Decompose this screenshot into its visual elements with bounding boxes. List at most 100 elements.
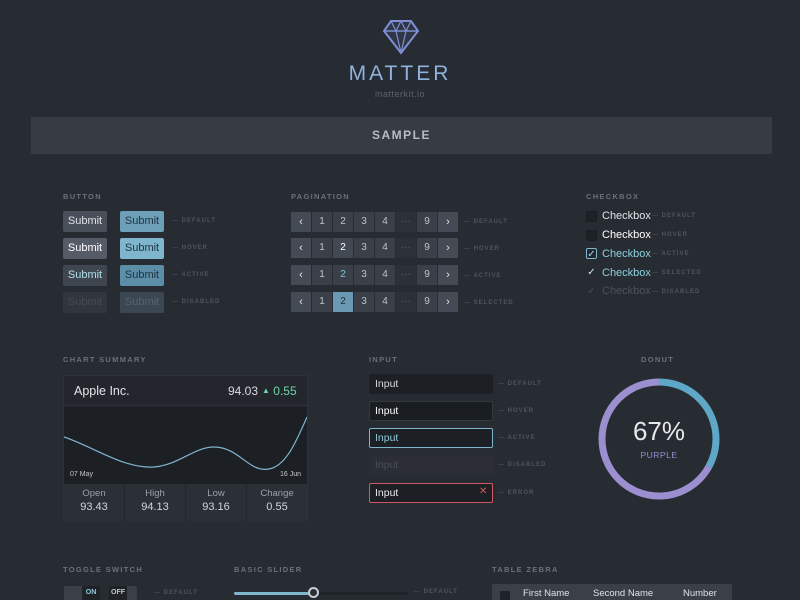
page-button[interactable]: 1 — [312, 238, 332, 258]
chart-header: Apple Inc. 94.03 ▲ 0.55 — [64, 376, 307, 406]
chart-end-date: 16 Jun — [280, 471, 302, 478]
submit-button-default[interactable]: Submit — [63, 211, 107, 232]
page-button[interactable]: 1 — [312, 212, 332, 232]
toggle-on-label: ON — [82, 586, 100, 600]
state-label: DISABLED — [172, 299, 220, 305]
chart-start-date: 07 May — [70, 471, 93, 478]
donut-percent: 67% — [632, 416, 686, 446]
table-section-title: TABLE ZEBRA — [492, 565, 559, 574]
checkbox-label[interactable]: Checkbox — [602, 248, 651, 260]
input-hover[interactable]: Input — [369, 401, 493, 421]
brand-url: matterkit.io — [374, 89, 425, 99]
stat-value: 0.55 — [266, 501, 288, 513]
submit-button-hover[interactable]: Submit — [63, 238, 107, 259]
checkbox-label: Checkbox — [602, 285, 651, 297]
checkbox-default[interactable] — [586, 211, 597, 222]
page-button[interactable]: 9 — [417, 265, 437, 285]
state-label: HOVER — [498, 408, 534, 414]
sparkline-line — [63, 416, 308, 470]
donut-section-title: DONUT — [641, 355, 675, 364]
stock-change-value: 0.55 — [273, 384, 297, 398]
stat-value: 93.16 — [202, 501, 230, 513]
checkbox-label[interactable]: Checkbox — [602, 210, 651, 222]
page-ellipsis: ··· — [396, 292, 416, 312]
state-label: DEFAULT — [464, 219, 508, 225]
stat-value: 93.43 — [80, 501, 108, 513]
page-button[interactable]: 3 — [354, 212, 374, 232]
state-label: DEFAULT — [498, 381, 542, 387]
table-header-number[interactable]: Number — [683, 584, 727, 600]
stat-high: High 94.13 — [125, 484, 186, 521]
toggle-switch-on[interactable]: ON — [64, 586, 100, 600]
sparkline-svg — [63, 416, 308, 470]
page-button[interactable]: 2 — [333, 212, 353, 232]
table-header-second-name[interactable]: Second Name — [593, 584, 683, 600]
submit-primary-button-hover[interactable]: Submit — [120, 238, 164, 259]
brand-name: MATTER — [348, 62, 452, 85]
page-button[interactable]: 2 — [333, 238, 353, 258]
pagination-active: ‹ 1 2 3 4 ··· 9 › — [291, 265, 459, 285]
toggle-switch-off[interactable]: OFF — [109, 586, 137, 600]
error-close-icon[interactable]: ✕ — [479, 486, 487, 497]
submit-primary-button-active[interactable]: Submit — [120, 265, 164, 286]
checkbox-active-checkmark-icon[interactable]: ✓ — [586, 248, 597, 260]
slider-thumb[interactable] — [308, 587, 320, 598]
page-button[interactable]: 4 — [375, 238, 395, 258]
chart-section-title: CHART SUMMARY — [63, 355, 147, 364]
checkbox-disabled-checkmark-icon: ✓ — [587, 286, 596, 297]
page-button[interactable]: 3 — [354, 265, 374, 285]
state-label: ACTIVE — [464, 273, 501, 279]
pagination-section-title: PAGINATION — [291, 192, 350, 201]
page-ellipsis: ··· — [396, 212, 416, 232]
state-label: ACTIVE — [172, 272, 209, 278]
page-button[interactable]: 3 — [354, 238, 374, 258]
state-label: HOVER — [464, 246, 500, 252]
diamond-logo-icon — [382, 19, 420, 55]
page-button-selected[interactable]: 2 — [333, 292, 353, 312]
prev-page-button[interactable]: ‹ — [291, 238, 311, 258]
page-button[interactable]: 4 — [375, 292, 395, 312]
next-page-button[interactable]: › — [438, 212, 458, 232]
prev-page-button[interactable]: ‹ — [291, 265, 311, 285]
page-button[interactable]: 1 — [312, 265, 332, 285]
state-label: DEFAULT — [172, 218, 216, 224]
checkbox-label[interactable]: Checkbox — [602, 229, 651, 241]
stat-label: Open — [82, 488, 106, 499]
page-button[interactable]: 3 — [354, 292, 374, 312]
input-active[interactable]: Input — [369, 428, 493, 448]
input-default[interactable]: Input — [369, 374, 493, 394]
page-button[interactable]: 1 — [312, 292, 332, 312]
state-label: SELECTED — [464, 300, 514, 306]
state-label: DEFAULT — [154, 590, 198, 596]
checkbox-label[interactable]: Checkbox — [602, 267, 651, 279]
page-button[interactable]: 9 — [417, 238, 437, 258]
submit-primary-button-disabled: Submit — [120, 292, 164, 313]
prev-page-button[interactable]: ‹ — [291, 292, 311, 312]
checkbox-section-title: CHECKBOX — [586, 192, 640, 201]
input-disabled: Input — [369, 455, 493, 475]
page-button[interactable]: 4 — [375, 212, 395, 232]
stock-name: Apple Inc. — [74, 384, 130, 398]
stat-label: Change — [260, 488, 294, 499]
submit-button-active[interactable]: Submit — [63, 265, 107, 286]
state-label: DEFAULT — [652, 213, 696, 219]
page-button[interactable]: 9 — [417, 292, 437, 312]
checkbox-hover[interactable] — [586, 230, 597, 241]
stat-label: High — [145, 488, 165, 499]
submit-primary-button-default[interactable]: Submit — [120, 211, 164, 232]
table-select-all-checkbox[interactable] — [500, 591, 510, 600]
stat-low: Low 93.16 — [186, 484, 247, 521]
checkbox-selected-checkmark-icon[interactable]: ✓ — [586, 267, 597, 278]
up-arrow-icon: ▲ — [262, 386, 270, 395]
input-section-title: INPUT — [369, 355, 398, 364]
next-page-button[interactable]: › — [438, 265, 458, 285]
page-button[interactable]: 2 — [333, 265, 353, 285]
table-header-first-name[interactable]: First Name — [523, 584, 593, 600]
prev-page-button[interactable]: ‹ — [291, 212, 311, 232]
next-page-button[interactable]: › — [438, 238, 458, 258]
input-error[interactable]: Input — [369, 483, 493, 503]
page-button[interactable]: 9 — [417, 212, 437, 232]
pagination-default: ‹ 1 2 3 4 ··· 9 › — [291, 212, 459, 232]
page-button[interactable]: 4 — [375, 265, 395, 285]
next-page-button[interactable]: › — [438, 292, 458, 312]
